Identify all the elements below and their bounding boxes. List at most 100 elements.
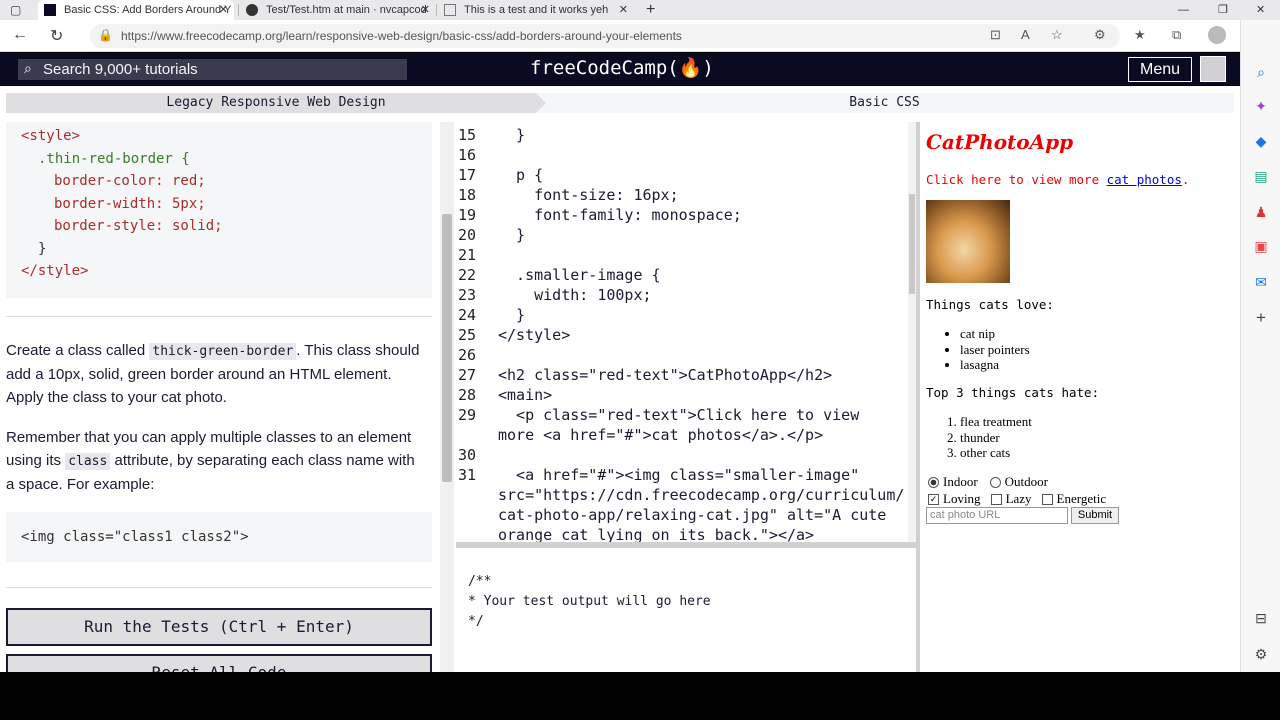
checkbox-energetic[interactable] [1041, 493, 1053, 505]
hates-heading: Top 3 things cats hate: [926, 385, 1100, 400]
radio-outdoor[interactable] [989, 476, 1001, 488]
code-line: border-color: red; [54, 173, 206, 189]
submit-button[interactable]: Submit [1071, 507, 1119, 524]
code-line[interactable]: } [498, 126, 525, 144]
line-number: 21 [458, 246, 477, 264]
code-line[interactable]: .smaller-image { [498, 266, 661, 284]
tab-github[interactable]: Test/Test.htm at main · nvcapcod ✕ [240, 0, 436, 20]
code-line[interactable]: more <a href="#">cat photos</a>.</p> [498, 426, 823, 444]
cat-photos-link[interactable]: cat photos [1107, 172, 1182, 187]
code-line: border-style: solid; [54, 218, 223, 234]
refresh-icon[interactable]: ↻ [50, 26, 63, 46]
code-line[interactable]: } [498, 306, 525, 324]
close-icon[interactable]: ✕ [421, 2, 430, 18]
checkbox-lazy[interactable] [990, 493, 1002, 505]
extensions-icon[interactable]: ⚙ [1094, 27, 1106, 43]
search-icon: ⌕ [24, 60, 32, 76]
minimize-button[interactable]: — [1172, 0, 1192, 20]
list-item: other cats [960, 445, 1032, 461]
sidebar-toggle-icon[interactable]: ⊟ [1252, 610, 1270, 627]
add-icon[interactable]: + [1252, 308, 1270, 328]
tab-test-page[interactable]: This is a test and it works yeh ✕ [438, 0, 634, 20]
breadcrumb-block[interactable]: Basic CSS [535, 93, 1234, 113]
radio-group: Indoor Outdoor [928, 474, 1048, 490]
line-number: 25 [458, 326, 477, 344]
code-line[interactable]: <a href="#"><img class="smaller-image" [498, 466, 859, 484]
code-line[interactable]: </style> [498, 326, 570, 344]
preview-title: CatPhotoApp [926, 130, 1074, 154]
app-available-icon[interactable]: ⊡ [990, 27, 1001, 43]
profile-icon[interactable] [1208, 26, 1226, 44]
code-line[interactable]: <p class="red-text">Click here to view [498, 406, 859, 424]
breadcrumb-superblock[interactable]: Legacy Responsive Web Design [6, 93, 546, 113]
address-bar[interactable]: 🔒 https://www.freecodecamp.org/learn/res… [90, 24, 1120, 48]
fcc-logo[interactable]: freeCodeCamp(🔥) [530, 56, 714, 79]
code-line[interactable]: <h2 class="red-text">CatPhotoApp</h2> [498, 366, 832, 384]
radio-indoor[interactable] [928, 476, 939, 488]
tab-basic-css[interactable]: Basic CSS: Add Borders Around Y ✕ [38, 0, 234, 20]
maximize-button[interactable]: ❐ [1212, 0, 1232, 20]
window-close-button[interactable]: ✕ [1250, 0, 1270, 20]
line-number: 24 [458, 306, 477, 324]
favorite-star-icon[interactable]: ☆ [1051, 27, 1063, 43]
collections-icon[interactable]: ⧉ [1172, 27, 1181, 43]
outlook-icon[interactable]: ✉ [1252, 274, 1270, 291]
list-item: thunder [960, 430, 1032, 446]
reset-code-button[interactable]: Reset All Code [6, 654, 432, 672]
freecodecamp-favicon-icon [44, 4, 56, 16]
line-number: 18 [458, 186, 477, 204]
list-item: lasagna [960, 357, 1030, 373]
code-editor[interactable]: 15 } 16 17 p {18 font-size: 16px; 19 font-f… [456, 122, 916, 542]
back-icon[interactable]: ← [12, 26, 28, 44]
page-icon [444, 4, 456, 16]
url-input[interactable]: cat photo URL [926, 507, 1068, 524]
new-tab-button[interactable]: + [640, 0, 660, 20]
checkbox-group: ✓ Loving Lazy Energetic [928, 491, 1107, 506]
code-line: <style> [21, 128, 81, 144]
settings-gear-icon[interactable]: ⚙ [1252, 646, 1270, 663]
code-line[interactable]: font-family: monospace; [498, 206, 742, 224]
search-input[interactable]: ⌕ Search 9,000+ tutorials [18, 59, 407, 80]
letterbox-bar [0, 672, 1280, 720]
read-aloud-icon[interactable]: A [1021, 27, 1030, 42]
line-number: 20 [458, 226, 477, 244]
instructions-scrollbar[interactable] [440, 122, 454, 672]
search-icon[interactable]: ⌕ [1252, 64, 1270, 81]
scrollbar-thumb[interactable] [442, 214, 452, 482]
code-line[interactable]: cat-photo-app/relaxing-cat.jpg" alt="A c… [498, 506, 886, 524]
breadcrumb: Basic CSS Legacy Responsive Web Design [0, 86, 1240, 122]
close-icon[interactable]: ✕ [219, 2, 228, 18]
tools-icon[interactable]: ▤ [1252, 168, 1270, 185]
cat-photo-image[interactable] [926, 200, 1010, 283]
code-line[interactable]: p { [498, 166, 543, 184]
inline-code: thick-green-border [149, 343, 297, 360]
games-icon[interactable]: ♟ [1252, 204, 1270, 221]
editor-scrollbar[interactable] [908, 122, 916, 542]
list-item: laser pointers [960, 342, 1030, 358]
run-tests-button[interactable]: Run the Tests (Ctrl + Enter) [6, 608, 432, 646]
code-line: </style> [21, 263, 89, 279]
code-line: <img class="class1 class2"> [21, 529, 249, 545]
preview-paragraph: Click here to view more cat photos. [926, 172, 1190, 187]
avatar[interactable] [1200, 56, 1226, 82]
instruction-paragraph: Remember that you can apply multiple cla… [6, 429, 415, 493]
favorites-icon[interactable]: ★ [1134, 27, 1146, 43]
code-line[interactable]: width: 100px; [498, 286, 651, 304]
url-text: https://www.freecodecamp.org/learn/respo… [121, 29, 682, 43]
tab-actions-button[interactable]: ▢ [4, 0, 30, 20]
code-line[interactable]: font-size: 16px; [498, 186, 679, 204]
line-number: 17 [458, 166, 477, 184]
menu-button[interactable]: Menu [1128, 57, 1192, 82]
code-line[interactable]: <main> [498, 386, 552, 404]
tag-icon[interactable]: ◆ [1252, 133, 1270, 150]
search-placeholder: Search 9,000+ tutorials [43, 61, 198, 78]
sparkle-icon[interactable]: ✦ [1252, 98, 1270, 115]
scrollbar-thumb[interactable] [909, 194, 915, 294]
code-line[interactable]: } [498, 226, 525, 244]
close-icon[interactable]: ✕ [619, 2, 628, 18]
office-icon[interactable]: ▣ [1252, 238, 1270, 255]
code-line[interactable]: src="https://cdn.freecodecamp.org/curric… [498, 486, 904, 504]
code-line[interactable]: orange cat lying on its back."></a> [498, 526, 814, 542]
checkbox-loving[interactable]: ✓ [928, 493, 939, 505]
code-line: .thin-red-border { [38, 150, 190, 167]
